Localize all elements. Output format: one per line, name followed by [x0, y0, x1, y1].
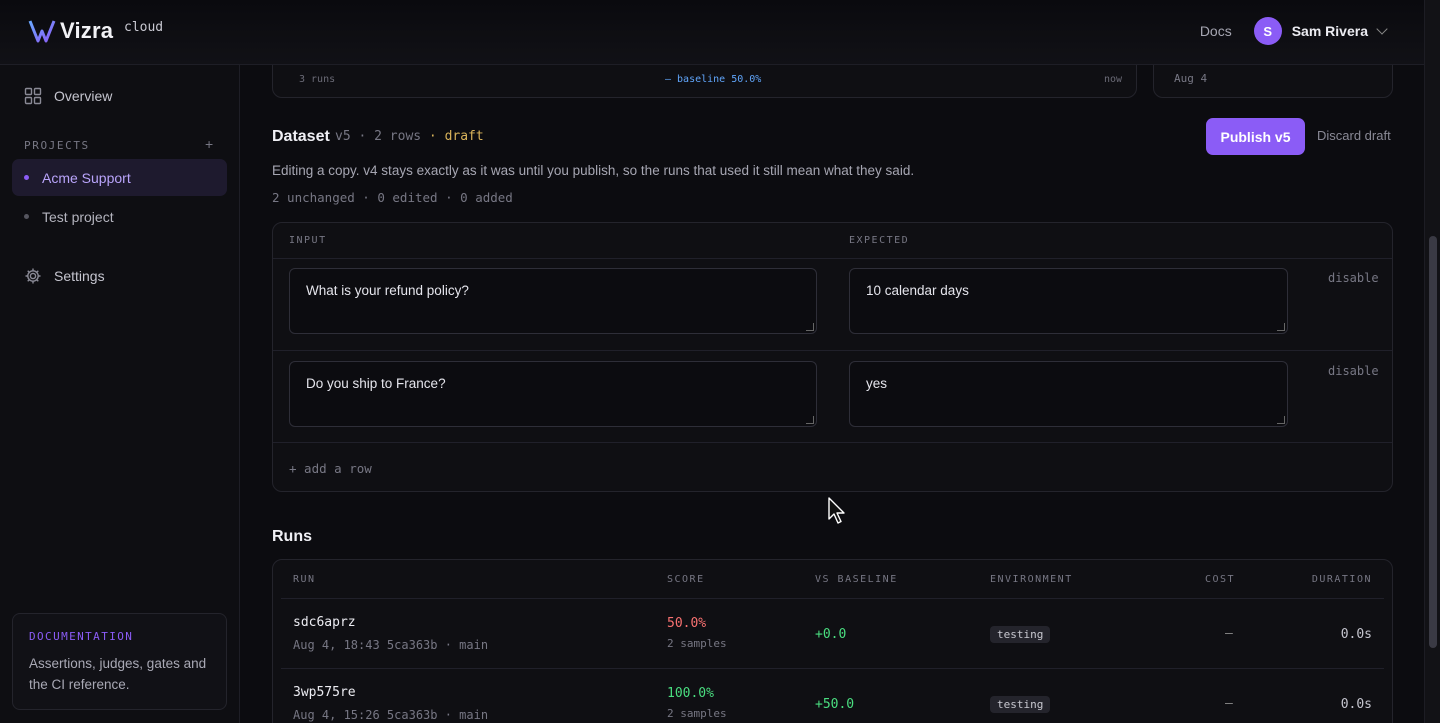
chart-time-label: now	[1103, 74, 1122, 85]
run-vs-baseline: +0.0	[815, 627, 847, 642]
divider	[273, 258, 1392, 259]
sidebar-item-label: Settings	[54, 268, 105, 284]
table-row[interactable]: 3wp575re Aug 4, 15:26 5ca363b · main 100…	[281, 668, 1384, 723]
run-samples: 2 samples	[667, 637, 727, 650]
run-meta: Aug 4, 15:26 5ca363b · main	[293, 708, 489, 722]
expected-field[interactable]: yes	[849, 361, 1288, 427]
publish-button[interactable]: Publish v5	[1206, 118, 1305, 155]
run-duration: 0.0s	[1340, 627, 1372, 642]
main-content: 3 runs — baseline 50.0% now Aug 4 Datase…	[240, 65, 1424, 723]
vizra-logo-icon	[28, 20, 56, 43]
add-project-button[interactable]: +	[205, 136, 213, 152]
run-id: 3wp575re	[293, 685, 356, 700]
run-id: sdc6aprz	[293, 615, 356, 630]
docs-link[interactable]: Docs	[1200, 23, 1232, 39]
dataset-version-rows: v5 · 2 rows	[335, 129, 422, 144]
top-header: Vizra cloud Docs S Sam Rivera	[0, 0, 1424, 65]
run-meta: Aug 4, 18:43 5ca363b · main	[293, 638, 489, 652]
runs-chart-card: 3 runs — baseline 50.0% now	[272, 65, 1137, 98]
disable-row-button[interactable]: disable	[1328, 271, 1379, 285]
grid-icon	[24, 87, 42, 105]
table-row[interactable]: sdc6aprz Aug 4, 18:43 5ca363b · main 50.…	[281, 598, 1384, 668]
sidebar-item-label: Overview	[54, 88, 113, 104]
inactive-dot-icon	[24, 214, 29, 219]
avatar[interactable]: S	[1253, 17, 1282, 45]
projects-section-label: PROJECTS	[24, 139, 90, 152]
runs-table: RUN SCORE VS BASELINE ENVIRONMENT COST D…	[272, 559, 1393, 723]
project-label: Test project	[42, 208, 114, 225]
last-run-date: Aug 4	[1174, 72, 1208, 85]
draft-badge: · draft	[428, 129, 484, 144]
sidebar: Overview PROJECTS + Acme Support Test pr…	[0, 65, 240, 723]
scrollbar-thumb[interactable]	[1429, 236, 1437, 648]
run-cost: —	[1225, 696, 1233, 711]
gear-icon	[25, 268, 41, 284]
dataset-counts: 2 unchanged · 0 edited · 0 added	[272, 190, 513, 205]
run-score: 100.0%	[667, 686, 714, 701]
runs-title: Runs	[272, 528, 312, 545]
sidebar-item-acme-support[interactable]: Acme Support	[12, 159, 227, 196]
sidebar-item-overview[interactable]: Overview	[24, 87, 112, 105]
brand-badge: cloud	[124, 20, 164, 35]
column-header-run: RUN	[293, 574, 316, 585]
dataset-title: Dataset	[272, 128, 330, 145]
column-header-environment: ENVIRONMENT	[990, 574, 1073, 585]
column-header-vs-baseline: VS BASELINE	[815, 574, 898, 585]
input-field[interactable]: Do you ship to France?	[289, 361, 817, 427]
project-label: Acme Support	[42, 169, 131, 186]
documentation-card[interactable]: DOCUMENTATION Assertions, judges, gates …	[12, 613, 227, 710]
dataset-table: INPUT EXPECTED What is your refund polic…	[272, 222, 1393, 492]
chevron-down-icon[interactable]	[1376, 23, 1388, 35]
mouse-cursor-icon	[828, 497, 845, 524]
sidebar-item-settings[interactable]: Settings	[24, 267, 105, 285]
column-header-cost: COST	[1205, 574, 1236, 585]
column-header-input: INPUT	[289, 235, 327, 246]
doc-card-body: Assertions, judges, gates and the CI ref…	[29, 656, 207, 692]
run-samples: 2 samples	[667, 707, 727, 720]
dataset-description: Editing a copy. v4 stays exactly as it w…	[272, 163, 915, 178]
divider	[273, 350, 1392, 351]
dataset-meta: v5 · 2 rows · draft	[335, 129, 484, 144]
column-header-duration: DURATION	[1311, 574, 1372, 585]
column-header-expected: EXPECTED	[849, 235, 910, 246]
sidebar-item-test-project[interactable]: Test project	[12, 198, 227, 235]
run-score: 50.0%	[667, 616, 707, 631]
run-duration: 0.0s	[1340, 697, 1372, 712]
expected-field[interactable]: 10 calendar days	[849, 268, 1288, 334]
active-dot-icon	[24, 175, 29, 180]
run-cost: —	[1225, 626, 1233, 641]
add-row-button[interactable]: + add a row	[289, 461, 372, 476]
divider	[273, 442, 1392, 443]
brand-name: Vizra	[60, 18, 114, 43]
discard-draft-button[interactable]: Discard draft	[1317, 128, 1391, 143]
disable-row-button[interactable]: disable	[1328, 364, 1379, 378]
environment-badge: testing	[990, 626, 1051, 643]
column-header-score: SCORE	[667, 574, 705, 585]
last-run-card: Aug 4	[1153, 65, 1393, 98]
baseline-legend: — baseline 50.0%	[665, 74, 762, 85]
page-scrollbar[interactable]	[1424, 0, 1440, 723]
runs-count: 3 runs	[299, 74, 336, 85]
environment-badge: testing	[990, 696, 1051, 713]
input-field[interactable]: What is your refund policy?	[289, 268, 817, 334]
brand-logo[interactable]: Vizra	[28, 18, 113, 44]
user-name[interactable]: Sam Rivera	[1292, 23, 1368, 39]
run-vs-baseline: +50.0	[815, 697, 855, 712]
doc-card-title: DOCUMENTATION	[29, 630, 134, 643]
